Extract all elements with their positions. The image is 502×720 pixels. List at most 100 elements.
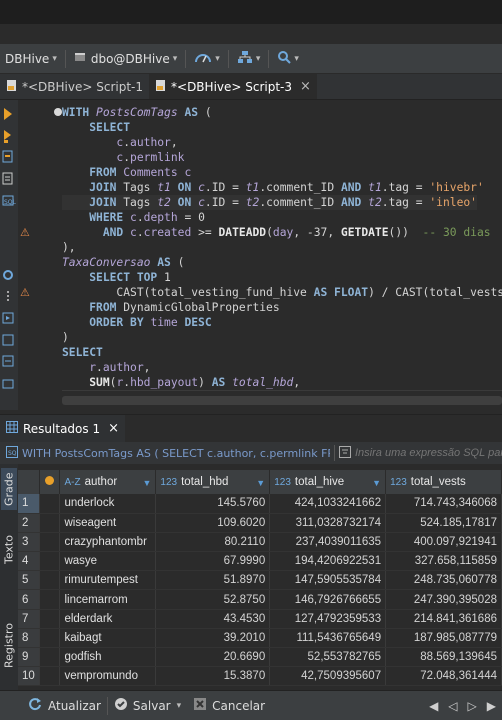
execute-statement-icon[interactable]	[4, 108, 12, 120]
more-icon[interactable]	[7, 291, 9, 301]
scrollbar-thumb[interactable]	[62, 396, 502, 405]
fold-marker[interactable]	[54, 108, 62, 116]
transaction-mode-button[interactable]: ▾	[189, 44, 225, 73]
row-selector-cell[interactable]	[39, 532, 61, 553]
first-page-icon[interactable]: ◀	[429, 699, 438, 713]
row-selector-cell[interactable]	[39, 570, 61, 591]
results-grid[interactable]: A-Z author ▼ 123 total_hbd ▼ 123 total_hive ▼ …	[18, 470, 502, 690]
cell-total-vests[interactable]: 327.658,115859	[385, 551, 502, 572]
row-number[interactable]: 9	[18, 647, 41, 668]
cell-total-hbd[interactable]: 80.2110	[155, 532, 271, 553]
last-page-icon[interactable]: ▶	[487, 699, 496, 713]
cell-author[interactable]: vempromundo	[59, 666, 157, 687]
cell-total-hive[interactable]: 237,4039011635	[269, 532, 387, 553]
table-row[interactable]: 2 wiseagent 109.6020 311,0328732174 524.185,…	[18, 513, 502, 533]
cancel-button[interactable]: Cancelar	[187, 697, 271, 714]
cell-author[interactable]: elderdark	[59, 609, 157, 629]
editor-horizontal-scrollbar[interactable]	[62, 390, 502, 408]
cell-total-hive[interactable]: 311,0328732174	[269, 513, 387, 533]
cell-total-hbd[interactable]: 43.4530	[155, 609, 271, 629]
tab-results-1[interactable]: Resultados 1 ×	[0, 415, 125, 442]
cell-total-hbd[interactable]: 67.9990	[155, 551, 271, 572]
cell-total-vests[interactable]: 187.985,087779	[385, 628, 502, 649]
row-selector-cell[interactable]	[39, 494, 61, 514]
previous-page-icon[interactable]: ◁	[448, 699, 457, 713]
cell-total-hbd[interactable]: 20.6690	[155, 647, 271, 668]
table-row[interactable]: 5 rimurutempest 51.8970 147,5905535784 248.7…	[18, 570, 502, 591]
table-row[interactable]: 3 crazyphantombr 80.2110 237,4039011635 400.…	[18, 532, 502, 553]
execute-script-icon[interactable]	[4, 130, 11, 143]
table-row[interactable]: 4 wasye 67.9990 194,4206922531 327.658,11585…	[18, 551, 502, 572]
cell-total-hive[interactable]: 111,5436765649	[269, 628, 387, 649]
cell-author[interactable]: wasye	[59, 551, 157, 572]
cell-total-vests[interactable]: 524.185,17817	[385, 513, 502, 533]
tab-texto[interactable]: Texto	[1, 530, 17, 570]
sort-icon[interactable]: ▼	[143, 478, 152, 488]
cell-author[interactable]: lincemarrom	[59, 589, 157, 610]
row-selector-cell[interactable]	[39, 609, 61, 629]
cell-total-vests[interactable]: 247.390,395028	[385, 589, 502, 610]
cell-author[interactable]: kaibagt	[59, 628, 157, 649]
table-row[interactable]: 1 underlock 145.5760 424,1033241662 714.743,…	[18, 494, 502, 514]
output-icon[interactable]	[2, 379, 14, 389]
row-selector-header[interactable]	[39, 470, 61, 494]
cell-total-hive[interactable]: 146,7926766655	[269, 589, 387, 610]
history-icon[interactable]	[2, 312, 14, 324]
cell-total-hive[interactable]: 42,7509395607	[269, 666, 387, 687]
sort-icon[interactable]: ▼	[372, 478, 381, 488]
close-icon[interactable]: ×	[300, 79, 311, 94]
tab-registro[interactable]: Registro	[1, 614, 17, 676]
column-header-total-hive[interactable]: 123 total_hive ▼	[269, 470, 387, 494]
row-number[interactable]: 1	[18, 494, 41, 514]
table-row[interactable]: 6 lincemarrom 52.8750 146,7926766655 247.390…	[18, 589, 502, 610]
cell-total-vests[interactable]: 88.569,139645	[385, 647, 502, 668]
cell-total-hbd[interactable]: 109.6020	[155, 513, 271, 533]
cell-total-hbd[interactable]: 52.8750	[155, 589, 271, 610]
row-number[interactable]: 3	[18, 532, 41, 553]
cell-total-hive[interactable]: 147,5905535784	[269, 570, 387, 591]
column-header-total-vests[interactable]: 123 total_vests	[385, 470, 502, 494]
settings-icon[interactable]	[3, 270, 13, 280]
filter-input[interactable]	[355, 447, 502, 459]
explain-plan-icon[interactable]	[2, 150, 13, 163]
datasource-selector[interactable]: DBHive ▾	[0, 44, 62, 73]
row-number[interactable]: 8	[18, 628, 41, 649]
column-header-total-hbd[interactable]: 123 total_hbd ▼	[155, 470, 271, 494]
table-row[interactable]: 8 kaibagt 39.2010 111,5436765649 187.985,087…	[18, 628, 502, 649]
export-icon[interactable]: SQL	[2, 195, 17, 206]
row-selector-cell[interactable]	[39, 589, 61, 610]
tab-script-3[interactable]: *<DBHive> Script-3 ×	[149, 74, 317, 99]
row-selector-cell[interactable]	[39, 513, 61, 533]
tab-grade[interactable]: Grade	[1, 468, 17, 510]
row-selector-cell[interactable]	[39, 628, 61, 649]
notes-icon[interactable]	[2, 172, 13, 185]
cell-total-vests[interactable]: 72.048,361444	[385, 666, 502, 687]
format-icon[interactable]	[2, 355, 14, 367]
cell-total-hbd[interactable]: 15.3870	[155, 666, 271, 687]
row-number[interactable]: 4	[18, 551, 41, 572]
cell-total-hbd[interactable]: 39.2010	[155, 628, 271, 649]
row-selector-cell[interactable]	[39, 666, 61, 687]
table-row[interactable]: 7 elderdark 43.4530 127,4792359533 214.841,3…	[18, 609, 502, 629]
cell-author[interactable]: godfish	[59, 647, 157, 668]
column-header-author[interactable]: A-Z author ▼	[59, 470, 157, 494]
close-icon[interactable]: ×	[108, 421, 119, 436]
cell-total-hbd[interactable]: 51.8970	[155, 570, 271, 591]
row-selector-cell[interactable]	[39, 551, 61, 572]
row-number[interactable]: 6	[18, 589, 41, 610]
cell-total-hive[interactable]: 424,1033241662	[269, 494, 387, 514]
save-button[interactable]: Salvar ▾	[108, 697, 187, 714]
save-script-icon[interactable]	[2, 334, 14, 346]
schema-selector[interactable]: dbo@DBHive ▾	[69, 44, 182, 73]
table-row[interactable]: 10 vempromundo 15.3870 42,7509395607 72.048,…	[18, 666, 502, 687]
row-number[interactable]: 5	[18, 570, 41, 591]
row-number[interactable]: 10	[18, 666, 41, 687]
cell-author[interactable]: wiseagent	[59, 513, 157, 533]
sort-icon[interactable]: ▼	[256, 478, 265, 488]
row-selector-cell[interactable]	[39, 647, 61, 668]
row-number[interactable]: 2	[18, 513, 41, 533]
next-page-icon[interactable]: ▷	[468, 699, 477, 713]
refresh-button[interactable]: Atualizar	[0, 697, 107, 714]
cell-total-vests[interactable]: 400.097,921941	[385, 532, 502, 553]
table-row[interactable]: 9 godfish 20.6690 52,553782765 88.569,139645	[18, 647, 502, 668]
